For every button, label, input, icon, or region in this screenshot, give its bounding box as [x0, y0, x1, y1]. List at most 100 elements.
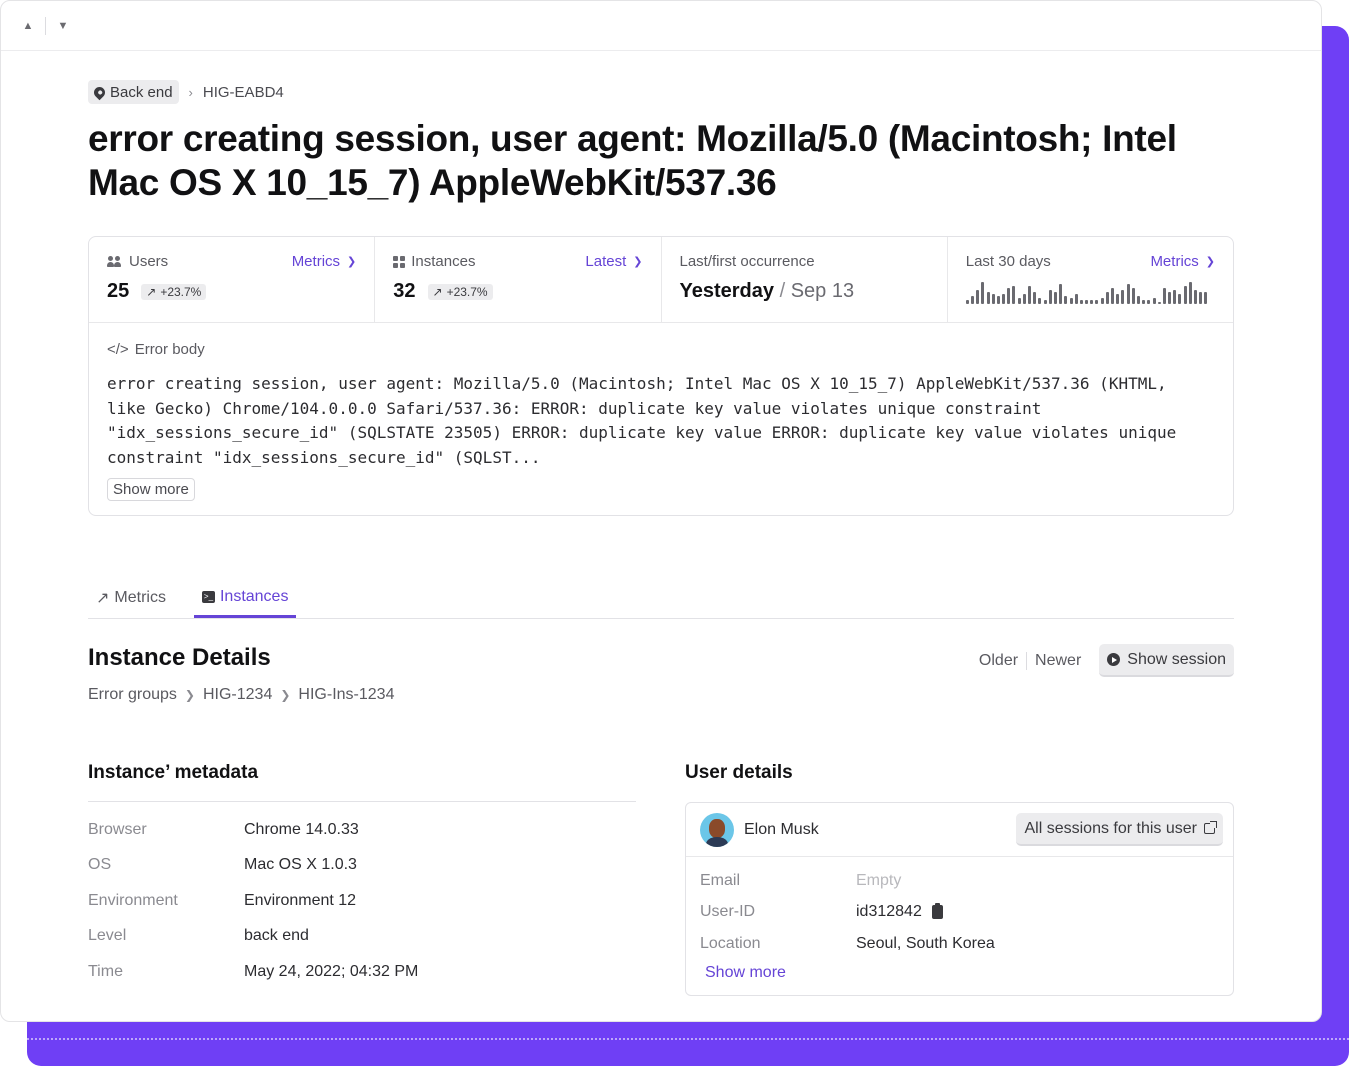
metadata-key: Environment	[88, 891, 178, 909]
metadata-row: OS Mac OS X 1.0.3	[88, 848, 636, 884]
sparkline-bar	[1069, 298, 1073, 304]
metadata-value: Chrome 14.0.33	[244, 820, 359, 838]
instances-delta: +23.7%	[446, 284, 488, 299]
trend-up-icon: ↗	[146, 284, 157, 299]
sparkline-bar	[981, 282, 985, 304]
sparkline-bar	[1043, 300, 1047, 304]
divider	[1026, 651, 1028, 670]
first-occurrence: Sep 13	[790, 280, 855, 302]
sparkline-bar	[1142, 300, 1146, 304]
crumb-group-id[interactable]: HIG-1234	[203, 686, 272, 704]
instances-latest-link-label: Latest	[585, 253, 627, 270]
error-body-text: error creating session, user agent: Mozi…	[107, 374, 1177, 467]
users-count: 25	[107, 280, 130, 302]
sparkline-bar	[991, 294, 995, 304]
sparkline-bar	[1059, 284, 1063, 304]
show-session-label: Show session	[1127, 650, 1226, 668]
chevron-right-icon: ❯	[1205, 256, 1215, 268]
metadata-value: Environment 12	[244, 891, 357, 909]
stat-users: Users Metrics ❯ 25 ↗ +23.7%	[89, 237, 376, 322]
all-sessions-label: All sessions for this user	[1024, 819, 1197, 837]
instances-count: 32	[393, 280, 416, 302]
back-end-tag[interactable]: Back end	[88, 80, 179, 104]
sparkline-bar	[1116, 294, 1120, 304]
sparkline-bar	[1111, 288, 1114, 304]
user-key: Location	[700, 934, 761, 952]
avatar	[700, 812, 734, 847]
sparkline-bar	[1188, 282, 1192, 304]
older-button[interactable]: Older	[979, 652, 1018, 670]
sparkline-bar	[1173, 290, 1177, 304]
sparkline-bar	[1152, 298, 1156, 304]
sparkline-chart	[965, 282, 1215, 304]
metadata-row: Environment Environment 12	[88, 883, 636, 919]
metadata-value: Mac OS X 1.0.3	[244, 856, 357, 874]
tab-instances[interactable]: >_ Instances	[193, 579, 297, 618]
page-title: error creating session, user agent: Mozi…	[88, 118, 1177, 203]
show-more-button[interactable]: Show more	[107, 478, 195, 501]
top-bar: ▲ ▼	[1, 1, 1321, 51]
sparkline-bar	[1199, 292, 1203, 304]
user-row-id: User-ID id312842	[700, 897, 1219, 929]
user-show-more-link[interactable]: Show more	[705, 964, 786, 982]
trend-up-icon: ↗	[432, 284, 443, 299]
metadata-row: Level back end	[88, 919, 636, 955]
sparkline-bar	[1168, 292, 1172, 304]
metadata-key: Level	[88, 927, 127, 945]
show-session-button[interactable]: Show session	[1099, 644, 1234, 677]
sparkline-bar	[1012, 286, 1016, 304]
tag-label: Back end	[110, 83, 173, 101]
user-name: Elon Musk	[744, 820, 819, 838]
main-content: Back end › HIG-EABD4 error creating sess…	[88, 79, 1234, 516]
metadata-row: Browser Chrome 14.0.33	[88, 812, 636, 848]
metadata-title: Instance’ metadata	[88, 762, 636, 802]
user-id-value: id312842	[856, 903, 922, 921]
chevron-right-icon: ❯	[347, 256, 357, 268]
instance-breadcrumb: Error groups ❯ HIG-1234 ❯ HIG-Ins-1234	[88, 686, 1234, 704]
error-body-section: </> Error body error creating session, u…	[89, 323, 1233, 515]
metadata-value: May 24, 2022; 04:32 PM	[244, 962, 419, 980]
chevron-up-icon[interactable]: ▲	[19, 17, 37, 35]
instances-delta-badge: ↗ +23.7%	[427, 283, 493, 300]
sparkline-bar	[1002, 294, 1006, 304]
occurrence-value: Yesterday / Sep 13	[680, 280, 855, 303]
chevron-down-icon[interactable]: ▼	[54, 17, 72, 35]
trend-up-icon: ↗	[96, 590, 110, 607]
chevron-right-icon: ❯	[633, 256, 643, 268]
sparkline-bar	[1085, 300, 1089, 304]
sparkline-bar	[1064, 296, 1068, 304]
tab-metrics[interactable]: ↗ Metrics	[88, 579, 174, 617]
external-link-icon	[1204, 821, 1217, 834]
stat-occurrence-label: Last/first occurrence	[679, 253, 815, 270]
last30-metrics-link[interactable]: Metrics ❯	[1150, 253, 1215, 270]
sparkline-bar	[1017, 298, 1021, 304]
code-icon: </>	[107, 341, 129, 358]
sparkline-bar	[1131, 288, 1135, 304]
sparkline-bar	[986, 292, 990, 304]
sparkline-bar	[1090, 300, 1094, 304]
stats-row: Users Metrics ❯ 25 ↗ +23.7% Instances La…	[89, 237, 1233, 323]
stat-instances-label: Instances	[411, 253, 476, 270]
user-email-value: Empty	[856, 871, 902, 889]
instances-latest-link[interactable]: Latest ❯	[585, 253, 642, 270]
metadata-row: Time May 24, 2022; 04:32 PM	[88, 954, 636, 990]
sparkline-bar	[970, 296, 974, 304]
users-metrics-link[interactable]: Metrics ❯	[292, 253, 357, 270]
users-delta: +23.7%	[160, 284, 202, 299]
all-sessions-button[interactable]: All sessions for this user	[1016, 813, 1223, 846]
tab-metrics-label: Metrics	[114, 589, 166, 606]
error-summary-card: Users Metrics ❯ 25 ↗ +23.7% Instances La…	[88, 236, 1234, 516]
metadata-key: Browser	[88, 820, 147, 838]
sparkline-bar	[1147, 300, 1151, 304]
error-id: HIG-EABD4	[202, 83, 284, 101]
stat-last-30-days: Last 30 days Metrics ❯	[948, 237, 1233, 322]
play-icon	[1107, 653, 1121, 666]
newer-button[interactable]: Newer	[1035, 652, 1081, 670]
crumb-error-groups[interactable]: Error groups	[88, 686, 177, 704]
users-icon	[107, 255, 123, 268]
chevron-right-icon: ❯	[280, 688, 291, 702]
sparkline-bar	[1178, 294, 1182, 304]
sparkline-bar	[965, 300, 969, 304]
sparkline-bar	[1105, 292, 1109, 304]
clipboard-icon[interactable]	[931, 903, 943, 920]
